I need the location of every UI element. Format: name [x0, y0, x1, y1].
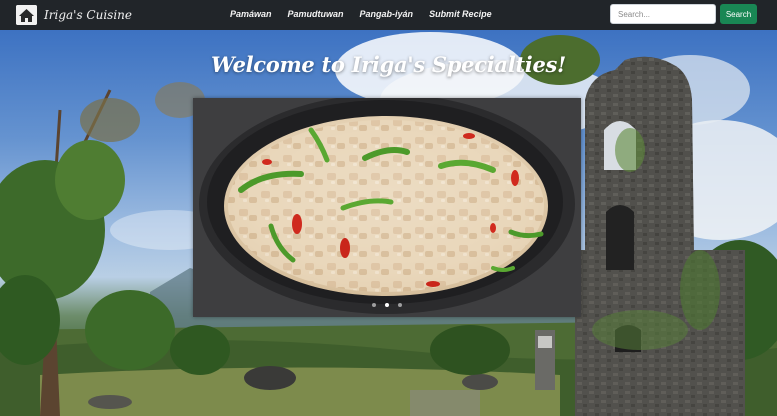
hero-section: Welcome to Iriga's Specialties! [0, 30, 777, 416]
carousel-indicator-1[interactable] [371, 303, 376, 307]
bicol-express-dish [193, 98, 581, 317]
navbar: Iriga's Cuisine Pamáwan Pamudtuwan Panga… [0, 0, 777, 30]
search-button[interactable]: Search [720, 4, 757, 24]
nav-links: Pamáwan Pamudtuwan Pangab-iyán Submit Re… [230, 9, 508, 19]
brand[interactable]: Iriga's Cuisine [16, 5, 132, 25]
nav-link-pamawan[interactable]: Pamáwan [230, 9, 272, 19]
nav-link-pangab-iyan[interactable]: Pangab-iyán [360, 9, 414, 19]
brand-name: Iriga's Cuisine [44, 8, 132, 22]
house-logo-icon [16, 5, 37, 25]
search-input[interactable] [610, 4, 716, 24]
carousel-indicators [193, 292, 581, 311]
hero-title: Welcome to Iriga's Specialties! [211, 52, 566, 77]
featured-dish-image[interactable] [193, 98, 581, 317]
nav-link-pamudtuwan[interactable]: Pamudtuwan [288, 9, 344, 19]
carousel-indicator-2[interactable] [385, 303, 389, 307]
nav-link-submit-recipe[interactable]: Submit Recipe [429, 9, 492, 19]
carousel-indicator-3[interactable] [398, 303, 403, 307]
